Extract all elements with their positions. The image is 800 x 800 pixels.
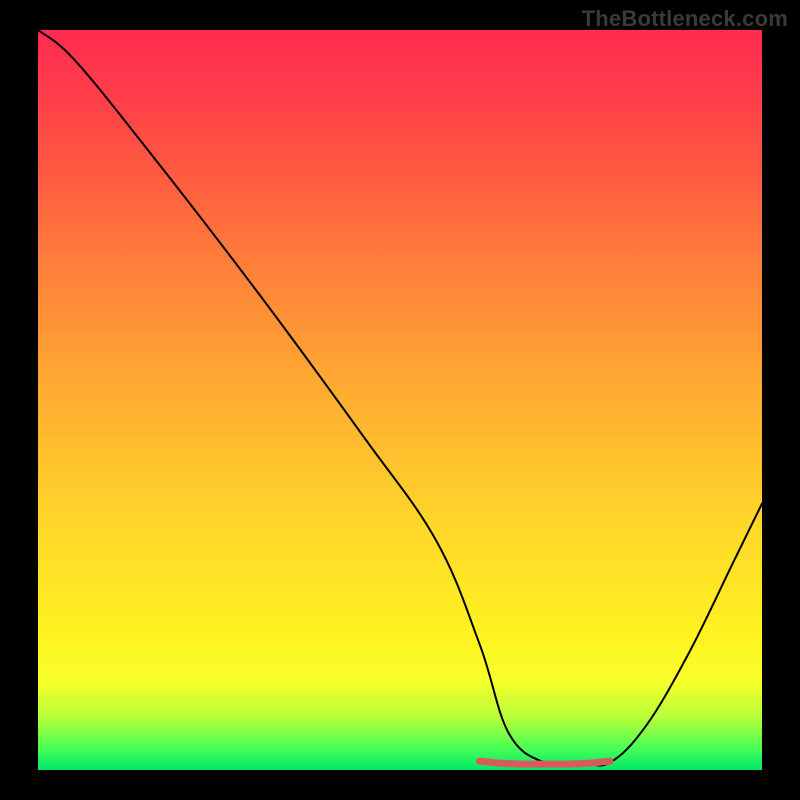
chart-frame: TheBottleneck.com — [0, 0, 800, 800]
plot-area — [38, 30, 762, 770]
bottleneck-curve — [38, 30, 762, 766]
curve-layer — [38, 30, 762, 770]
bottom-marker — [480, 761, 610, 764]
watermark-text: TheBottleneck.com — [582, 6, 788, 32]
